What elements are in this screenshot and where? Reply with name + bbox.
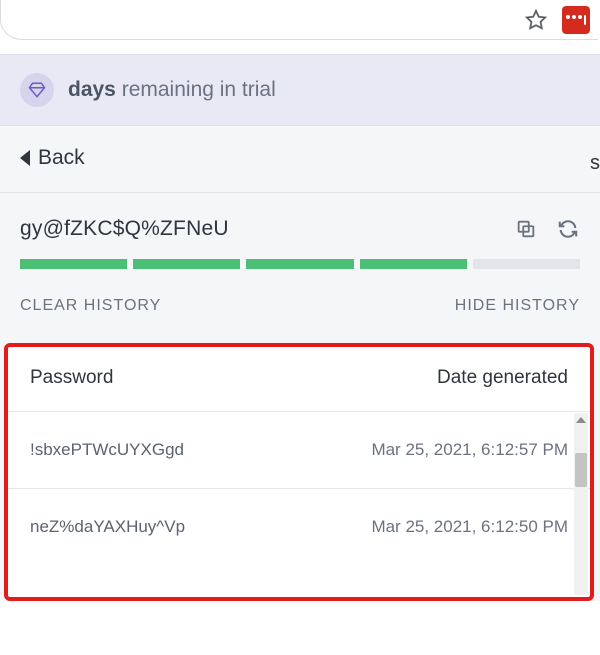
scroll-up-icon[interactable]	[574, 413, 588, 427]
refresh-icon[interactable]	[556, 217, 580, 241]
copy-icon[interactable]	[514, 217, 538, 241]
strength-seg	[246, 259, 353, 269]
strength-meter	[20, 259, 580, 269]
extension-icon[interactable]	[562, 6, 590, 34]
scrollbar[interactable]	[574, 413, 588, 595]
history-row[interactable]: !sbxePTWcUYXGgd Mar 25, 2021, 6:12:57 PM	[8, 412, 590, 489]
trial-rest: remaining in trial	[116, 78, 276, 101]
col-password: Password	[30, 367, 113, 389]
trial-banner[interactable]: days remaining in trial	[0, 54, 600, 126]
back-triangle-icon	[20, 150, 30, 166]
strength-seg	[133, 259, 240, 269]
extension-popup: days remaining in trial Back gy@fZKC$Q%Z…	[0, 54, 600, 601]
hide-history-button[interactable]: HIDE HISTORY	[455, 297, 580, 315]
col-date: Date generated	[437, 367, 568, 389]
browser-toolbar	[0, 0, 598, 40]
history-panel: Password Date generated !sbxePTWcUYXGgd …	[4, 343, 594, 601]
back-label: Back	[38, 146, 85, 170]
strength-seg	[360, 259, 467, 269]
scroll-thumb[interactable]	[575, 453, 587, 487]
back-button[interactable]: Back	[0, 126, 600, 193]
history-header: Password Date generated	[8, 347, 590, 412]
history-date: Mar 25, 2021, 6:12:57 PM	[371, 440, 568, 460]
strength-seg	[473, 259, 580, 269]
history-password: neZ%daYAXHuy^Vp	[30, 517, 185, 537]
cropped-page-text: s	[590, 152, 600, 175]
clear-history-button[interactable]: CLEAR HISTORY	[20, 297, 161, 315]
generated-password[interactable]: gy@fZKC$Q%ZFNeU	[20, 217, 229, 241]
trial-text: days remaining in trial	[68, 78, 276, 102]
star-icon[interactable]	[524, 8, 548, 32]
generator-section: gy@fZKC$Q%ZFNeU	[0, 193, 600, 277]
history-row[interactable]: neZ%daYAXHuy^Vp Mar 25, 2021, 6:12:50 PM	[8, 489, 590, 565]
history-password: !sbxePTWcUYXGgd	[30, 440, 184, 460]
strength-seg	[20, 259, 127, 269]
history-controls: CLEAR HISTORY HIDE HISTORY	[0, 277, 600, 339]
diamond-icon	[20, 73, 54, 107]
trial-days: days	[68, 78, 116, 101]
history-date: Mar 25, 2021, 6:12:50 PM	[371, 517, 568, 537]
